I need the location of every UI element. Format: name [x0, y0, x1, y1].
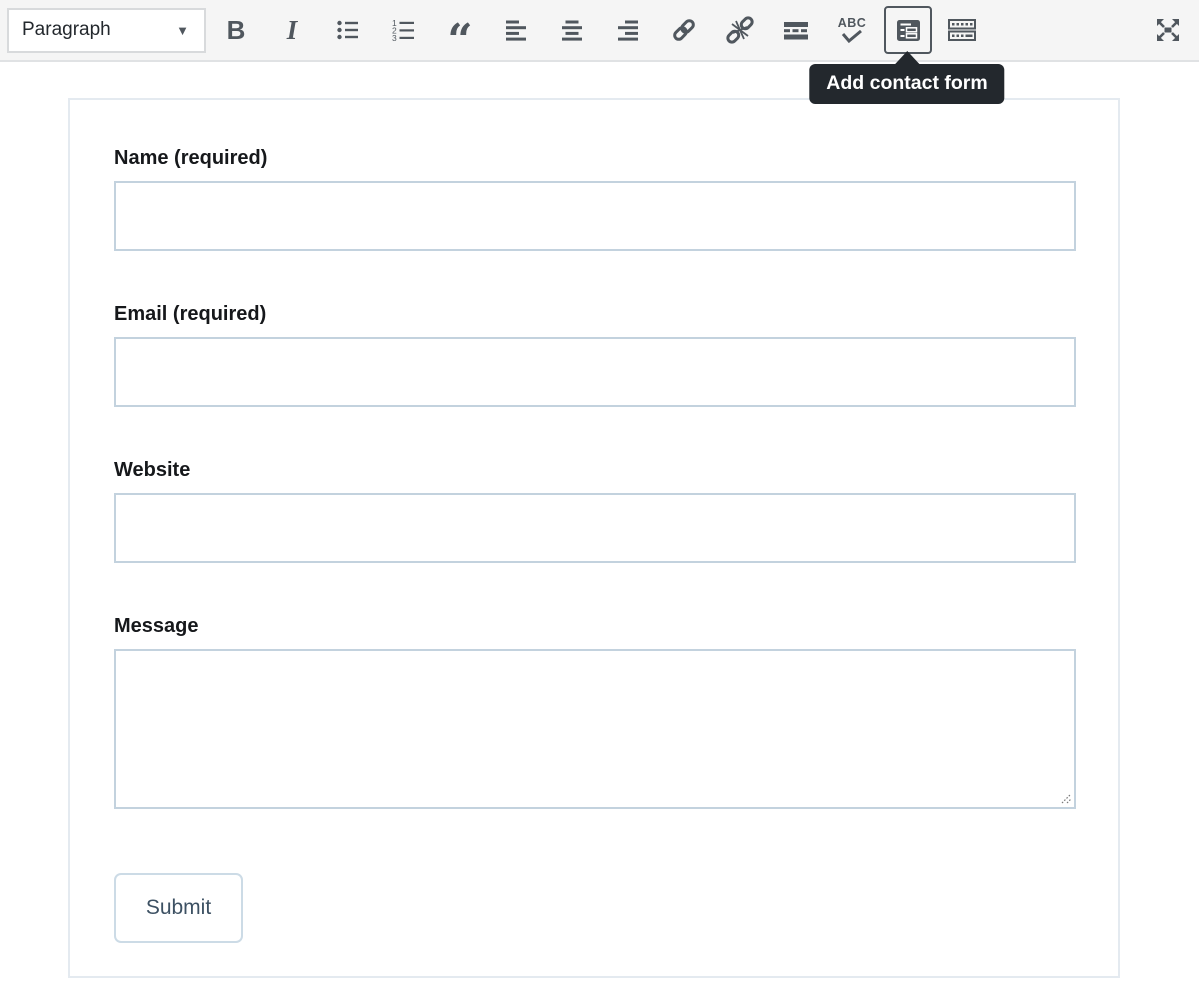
add-contact-form-tooltip: Add contact form	[809, 64, 1004, 104]
paragraph-format-dropdown[interactable]: Paragraph ▼	[7, 8, 206, 53]
italic-button[interactable]: I	[270, 6, 314, 54]
unlink-icon	[726, 16, 754, 44]
email-field: Email (required)	[114, 303, 1076, 407]
keyboard-shortcuts-button[interactable]	[940, 6, 984, 54]
align-left-button[interactable]	[494, 6, 538, 54]
dropdown-caret-icon: ▼	[176, 23, 189, 38]
align-center-icon	[559, 17, 585, 43]
read-more-icon	[782, 16, 810, 44]
contact-form-icon	[895, 17, 922, 44]
name-input[interactable]	[114, 181, 1076, 251]
spellcheck-icon: ABC	[838, 17, 867, 43]
link-icon	[670, 16, 698, 44]
italic-icon: I	[287, 15, 298, 46]
bold-icon: B	[227, 15, 246, 46]
tooltip-text: Add contact form	[826, 72, 987, 94]
blockquote-icon: “	[447, 36, 472, 46]
bulleted-list-icon	[335, 17, 361, 43]
align-right-icon	[615, 17, 641, 43]
fullscreen-button[interactable]	[1146, 6, 1190, 54]
numbered-list-icon: 1 2 3	[391, 17, 417, 43]
remove-link-button[interactable]	[718, 6, 762, 54]
email-field-label: Email (required)	[114, 303, 1076, 326]
align-right-button[interactable]	[606, 6, 650, 54]
align-center-button[interactable]	[550, 6, 594, 54]
align-left-icon	[503, 17, 529, 43]
bulleted-list-button[interactable]	[326, 6, 370, 54]
name-field: Name (required)	[114, 147, 1076, 251]
contact-form-preview: Name (required) Email (required) Website…	[68, 98, 1120, 978]
name-field-label: Name (required)	[114, 147, 1076, 170]
website-field-label: Website	[114, 459, 1076, 482]
paragraph-format-value: Paragraph	[22, 19, 111, 41]
numbered-list-button[interactable]: 1 2 3	[382, 6, 426, 54]
spellcheck-button[interactable]: ABC	[830, 6, 874, 54]
website-field: Website	[114, 459, 1076, 563]
website-input[interactable]	[114, 493, 1076, 563]
fullscreen-icon	[1153, 15, 1183, 45]
keyboard-icon	[947, 16, 977, 44]
blockquote-button[interactable]: “	[438, 6, 482, 54]
editor-toolbar: Paragraph ▼ B I 1 2 3 “	[0, 0, 1199, 62]
svg-text:3: 3	[392, 33, 397, 43]
resize-handle-icon[interactable]	[1059, 791, 1072, 804]
bold-button[interactable]: B	[214, 6, 258, 54]
email-input[interactable]	[114, 337, 1076, 407]
add-contact-form-button[interactable]	[884, 6, 932, 54]
insert-read-more-button[interactable]	[774, 6, 818, 54]
message-textarea[interactable]	[114, 649, 1076, 809]
editor-content: Name (required) Email (required) Website…	[0, 62, 1199, 978]
submit-button[interactable]: Submit	[114, 873, 243, 943]
message-field-label: Message	[114, 615, 1076, 638]
insert-link-button[interactable]	[662, 6, 706, 54]
message-field: Message	[114, 615, 1076, 809]
